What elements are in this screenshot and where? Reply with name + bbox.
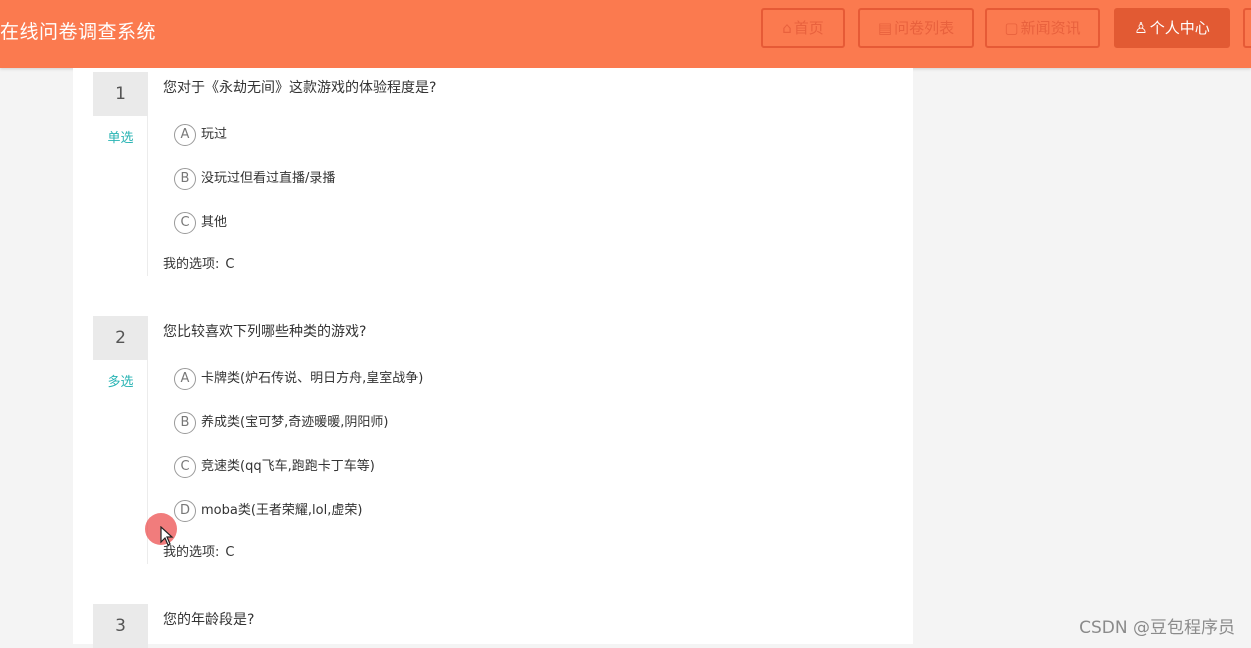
option-letter-circle: A	[174, 124, 196, 146]
list-icon: ▤	[877, 19, 893, 37]
my-answer-value: C	[225, 257, 235, 272]
question-title: 您对于《永劫无间》这款游戏的体验程度是?	[163, 80, 437, 96]
option-letter-circle: B	[174, 168, 196, 190]
watermark: CSDN @豆包程序员	[1079, 618, 1235, 638]
question-type-label: 单选	[107, 131, 134, 146]
option-text: 养成类(宝可梦,奇迹暖暖,阴阳师)	[201, 415, 389, 430]
option-letter-circle: D	[174, 500, 196, 522]
option-item[interactable]: A 玩过	[174, 124, 227, 146]
option-text: 玩过	[201, 127, 228, 142]
nav-survey-list-button[interactable]: ▤ 问卷列表	[858, 8, 974, 48]
option-letter-circle: C	[174, 456, 196, 478]
option-text: 其他	[201, 215, 228, 230]
my-answer-label: 我的选项:	[163, 545, 220, 560]
site-title: 在线问卷调查系统	[0, 21, 157, 43]
my-answer-label: 我的选项:	[163, 257, 220, 272]
option-item[interactable]: B 养成类(宝可梦,奇迹暖暖,阴阳师)	[174, 412, 388, 434]
option-item[interactable]: C 其他	[174, 212, 227, 234]
question-divider	[147, 116, 148, 276]
my-answer-value: C	[225, 545, 235, 560]
nav-home-button[interactable]: ⌂ 首页	[761, 8, 845, 48]
nav-news-button[interactable]: ▢ 新闻资讯	[985, 8, 1100, 48]
option-text: 没玩过但看过直播/录播	[201, 171, 336, 186]
option-item[interactable]: Dmoba类(王者荣耀,lol,虚荣)	[174, 500, 362, 522]
nav-personal-center-button[interactable]: ♙ 个人中心	[1114, 8, 1230, 48]
nav-news-label: 新闻资讯	[1020, 19, 1081, 37]
option-letter-circle: B	[174, 412, 196, 434]
nav-survey-list-label: 问卷列表	[894, 19, 955, 37]
mouse-cursor-icon	[160, 526, 174, 546]
option-item[interactable]: A 卡牌类(炉石传说、明日方舟,皇室战争)	[174, 368, 423, 390]
option-item[interactable]: C 竞速类(qq飞车,跑跑卡丁车等)	[174, 456, 375, 478]
option-text: moba类(王者荣耀,lol,虚荣)	[201, 503, 363, 518]
option-text: 竞速类(qq飞车,跑跑卡丁车等)	[201, 459, 375, 474]
option-text: 卡牌类(炉石传说、明日方舟,皇室战争)	[201, 371, 424, 386]
nav-home-label: 首页	[793, 19, 824, 37]
option-letter-circle: C	[174, 212, 196, 234]
option-item[interactable]: B 没玩过但看过直播/录播	[174, 168, 335, 190]
news-icon: ▢	[1004, 19, 1019, 37]
home-icon: ⌂	[782, 19, 792, 37]
option-letter-circle: A	[174, 368, 196, 390]
nav-extra-button-partial[interactable]	[1243, 8, 1251, 48]
question-number: 3	[93, 604, 148, 648]
question-title: 您比较喜欢下列哪些种类的游戏?	[163, 324, 367, 340]
nav-personal-center-label: 个人中心	[1149, 19, 1210, 37]
user-icon: ♙	[1134, 19, 1148, 37]
question-number: 2	[93, 316, 148, 360]
top-header: 在线问卷调查系统 ⌂ 首页 ▤ 问卷列表 ▢ 新闻资讯 ♙ 个人中心	[0, 0, 1251, 68]
my-answer: 我的选项: C	[163, 253, 234, 272]
question-title: 您的年龄段是?	[163, 612, 255, 628]
question-number: 1	[93, 72, 148, 116]
question-type-label: 多选	[107, 375, 134, 390]
